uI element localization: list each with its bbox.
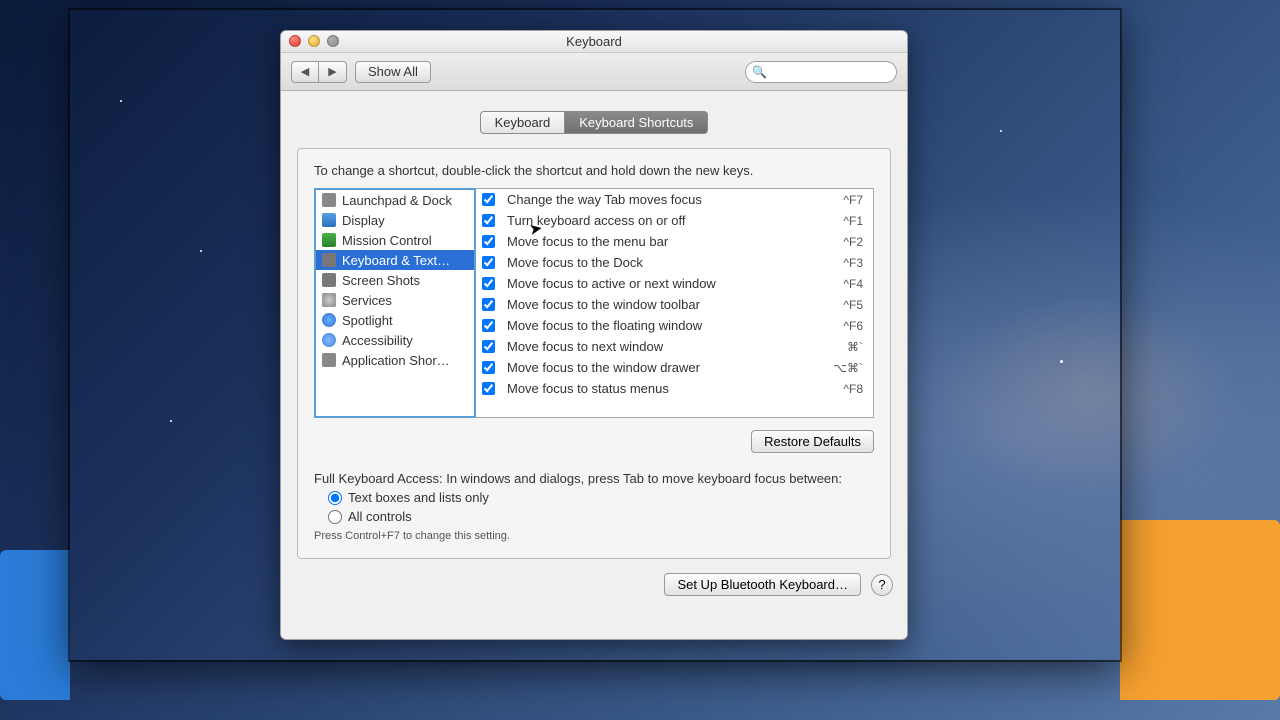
shortcut-label: Move focus to active or next window — [507, 276, 821, 291]
zoom-icon[interactable] — [327, 35, 339, 47]
fka-intro: Full Keyboard Access: In windows and dia… — [314, 471, 874, 486]
shortcut-label: Move focus to the floating window — [507, 318, 821, 333]
shortcut-checkbox[interactable] — [482, 319, 495, 332]
category-label: Launchpad & Dock — [342, 193, 452, 208]
minimize-icon[interactable] — [308, 35, 320, 47]
shortcut-checkbox[interactable] — [482, 340, 495, 353]
preferences-window: Keyboard ◀ ▶ Show All 🔍 Keyboard Keyboar… — [280, 30, 908, 640]
shortcut-key: ^F4 — [821, 277, 873, 291]
tab-keyboard-shortcuts[interactable]: Keyboard Shortcuts — [565, 111, 708, 134]
sidebar-item-application-shor-[interactable]: Application Shor… — [316, 350, 474, 370]
category-icon — [322, 333, 336, 347]
forward-icon: ▶ — [328, 65, 336, 78]
shortcuts-panel: To change a shortcut, double-click the s… — [297, 148, 891, 559]
shortcut-key: ⌘` — [821, 340, 873, 354]
back-icon: ◀ — [301, 65, 309, 78]
category-icon — [322, 273, 336, 287]
shortcut-key: ^F8 — [821, 382, 873, 396]
radio-all-controls[interactable] — [328, 510, 342, 524]
shortcut-label: Move focus to the window toolbar — [507, 297, 821, 312]
category-label: Mission Control — [342, 233, 432, 248]
shortcut-label: Move focus to the menu bar — [507, 234, 821, 249]
category-label: Accessibility — [342, 333, 413, 348]
category-label: Spotlight — [342, 313, 393, 328]
shortcut-key: ^F6 — [821, 319, 873, 333]
category-label: Application Shor… — [342, 353, 450, 368]
shortcut-row[interactable]: Change the way Tab moves focus^F7 — [476, 189, 873, 210]
sidebar-item-display[interactable]: Display — [316, 210, 474, 230]
fka-opt1-label: Text boxes and lists only — [348, 490, 489, 505]
forward-button[interactable]: ▶ — [319, 61, 347, 83]
shortcut-row[interactable]: Move focus to the window toolbar^F5 — [476, 294, 873, 315]
shortcut-checkbox[interactable] — [482, 235, 495, 248]
shortcut-label: Change the way Tab moves focus — [507, 192, 821, 207]
radio-textboxes[interactable] — [328, 491, 342, 505]
shortcut-checkbox[interactable] — [482, 193, 495, 206]
category-label: Display — [342, 213, 385, 228]
shortcut-key: ⌥⌘` — [821, 361, 873, 375]
category-icon — [322, 313, 336, 327]
fka-hint: Press Control+F7 to change this setting. — [314, 530, 874, 542]
shortcut-row[interactable]: Move focus to status menus^F8 — [476, 378, 873, 399]
category-icon — [322, 233, 336, 247]
shortcut-label: Move focus to the window drawer — [507, 360, 821, 375]
bluetooth-keyboard-button[interactable]: Set Up Bluetooth Keyboard… — [664, 573, 861, 596]
fka-option-textboxes[interactable]: Text boxes and lists only — [328, 490, 874, 505]
shortcut-list[interactable]: Change the way Tab moves focus^F7Turn ke… — [476, 188, 874, 418]
category-icon — [322, 293, 336, 307]
shortcut-row[interactable]: Move focus to the Dock^F3 — [476, 252, 873, 273]
sidebar-item-spotlight[interactable]: Spotlight — [316, 310, 474, 330]
show-all-button[interactable]: Show All — [355, 61, 431, 83]
shortcut-label: Move focus to the Dock — [507, 255, 821, 270]
shortcut-key: ^F2 — [821, 235, 873, 249]
fka-opt2-label: All controls — [348, 509, 412, 524]
shortcut-key: ^F1 — [821, 214, 873, 228]
search-icon: 🔍 — [752, 65, 767, 79]
shortcut-checkbox[interactable] — [482, 361, 495, 374]
shortcut-checkbox[interactable] — [482, 277, 495, 290]
instruction-text: To change a shortcut, double-click the s… — [314, 163, 874, 178]
tab-keyboard[interactable]: Keyboard — [480, 111, 566, 134]
category-icon — [322, 253, 336, 267]
tab-bar: Keyboard Keyboard Shortcuts — [297, 111, 891, 134]
category-label: Services — [342, 293, 392, 308]
shortcut-row[interactable]: Move focus to next window⌘` — [476, 336, 873, 357]
shortcut-label: Turn keyboard access on or off — [507, 213, 821, 228]
sidebar-item-services[interactable]: Services — [316, 290, 474, 310]
category-icon — [322, 213, 336, 227]
fka-option-all[interactable]: All controls — [328, 509, 874, 524]
shortcut-label: Move focus to status menus — [507, 381, 821, 396]
titlebar[interactable]: Keyboard — [281, 31, 907, 53]
shortcut-row[interactable]: Move focus to active or next window^F4 — [476, 273, 873, 294]
category-icon — [322, 353, 336, 367]
restore-defaults-button[interactable]: Restore Defaults — [751, 430, 874, 453]
shortcut-key: ^F7 — [821, 193, 873, 207]
shortcut-key: ^F5 — [821, 298, 873, 312]
shortcut-checkbox[interactable] — [482, 256, 495, 269]
sidebar-item-launchpad-dock[interactable]: Launchpad & Dock — [316, 190, 474, 210]
search-input[interactable] — [745, 61, 897, 83]
sidebar-item-mission-control[interactable]: Mission Control — [316, 230, 474, 250]
shortcut-checkbox[interactable] — [482, 298, 495, 311]
sidebar-item-accessibility[interactable]: Accessibility — [316, 330, 474, 350]
shortcut-row[interactable]: Turn keyboard access on or off^F1 — [476, 210, 873, 231]
shortcut-checkbox[interactable] — [482, 214, 495, 227]
shortcut-checkbox[interactable] — [482, 382, 495, 395]
shortcut-row[interactable]: Move focus to the menu bar^F2 — [476, 231, 873, 252]
category-icon — [322, 193, 336, 207]
category-list[interactable]: Launchpad & Dock Display Mission Control Ke… — [314, 188, 476, 418]
back-button[interactable]: ◀ — [291, 61, 319, 83]
help-button[interactable]: ? — [871, 574, 893, 596]
shortcut-label: Move focus to next window — [507, 339, 821, 354]
window-title: Keyboard — [566, 34, 622, 49]
sidebar-item-screen-shots[interactable]: Screen Shots — [316, 270, 474, 290]
shortcut-row[interactable]: Move focus to the floating window^F6 — [476, 315, 873, 336]
shortcut-key: ^F3 — [821, 256, 873, 270]
toolbar: ◀ ▶ Show All 🔍 — [281, 53, 907, 91]
shortcut-row[interactable]: Move focus to the window drawer⌥⌘` — [476, 357, 873, 378]
category-label: Keyboard & Text… — [342, 253, 450, 268]
sidebar-item-keyboard-text-[interactable]: Keyboard & Text… — [316, 250, 474, 270]
category-label: Screen Shots — [342, 273, 420, 288]
close-icon[interactable] — [289, 35, 301, 47]
